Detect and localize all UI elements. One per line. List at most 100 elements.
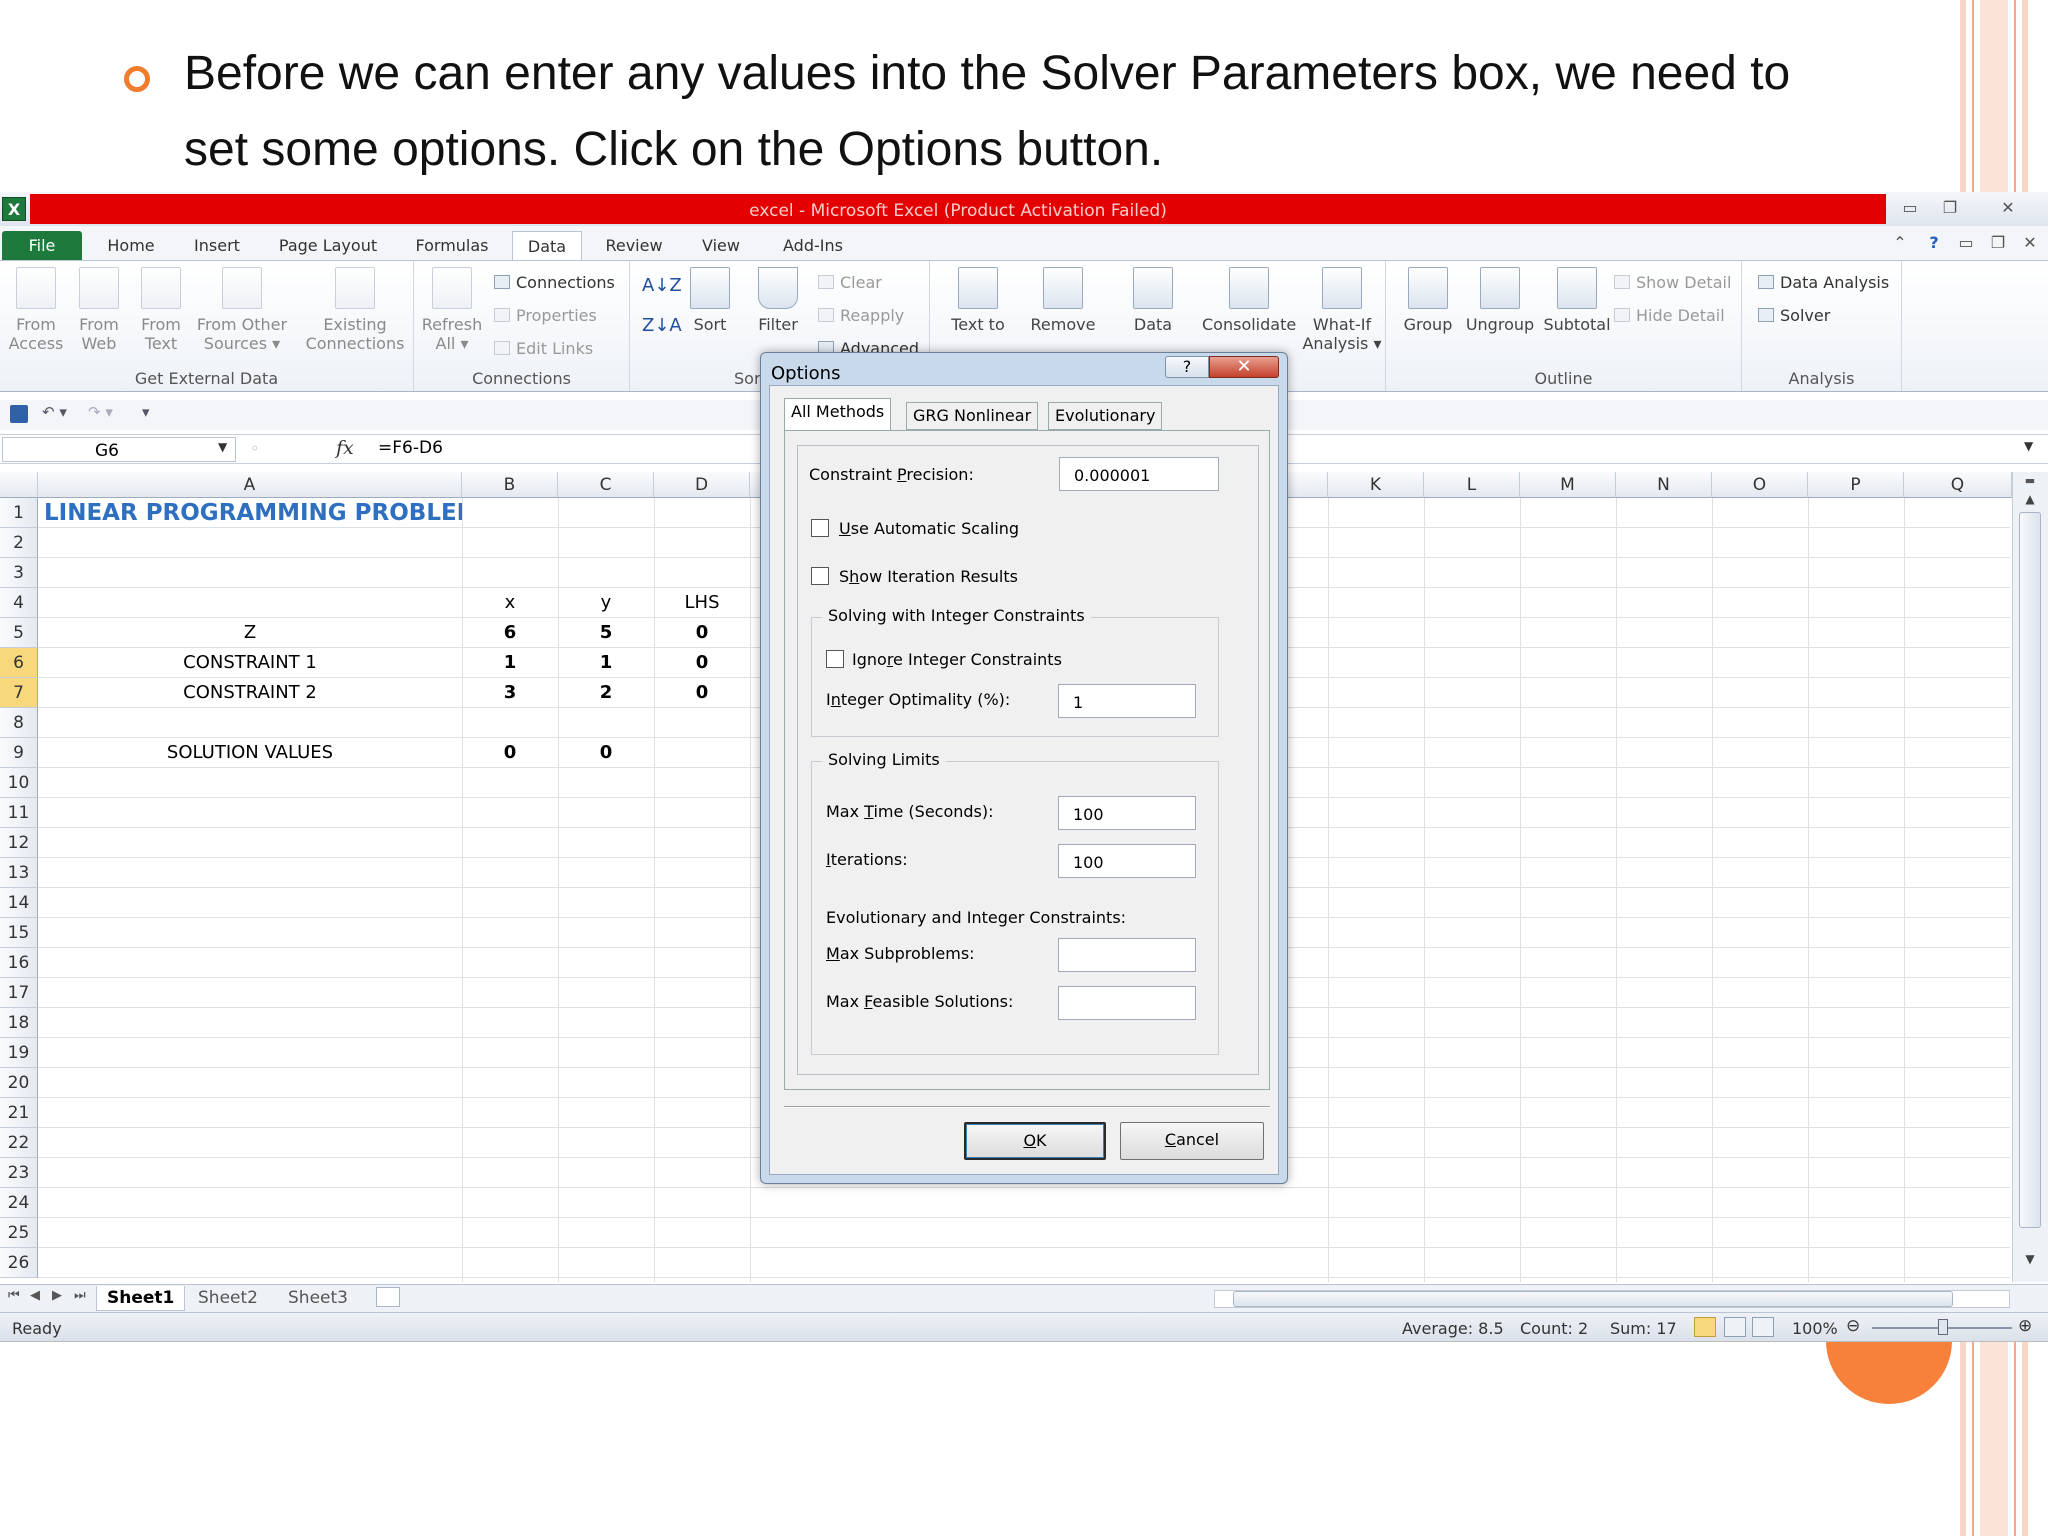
row-header[interactable]: 11	[0, 798, 38, 828]
horizontal-scrollbar[interactable]	[1214, 1290, 2010, 1308]
zoom-slider-thumb[interactable]	[1938, 1319, 1948, 1335]
row-header[interactable]: 4	[0, 588, 38, 618]
row-header[interactable]: 26	[0, 1248, 38, 1278]
sort-a-z-icon[interactable]: A↓Z	[642, 275, 682, 296]
edit-links-button[interactable]: Edit Links	[494, 339, 593, 358]
zoom-level[interactable]: 100%	[1792, 1319, 1838, 1338]
cell-c9[interactable]: 0	[558, 738, 654, 768]
insert-function-icon[interactable]: fx	[336, 437, 354, 459]
ignore-integer-label[interactable]: Ignore Integer Constraints	[852, 650, 1062, 669]
col-header-d[interactable]: D	[654, 472, 750, 498]
row-header[interactable]: 2	[0, 528, 38, 558]
row-header[interactable]: 17	[0, 978, 38, 1008]
col-header-q[interactable]: Q	[1904, 472, 2012, 498]
tab-add-ins[interactable]: Add-Ins	[772, 231, 854, 260]
tab-grg-nonlinear[interactable]: GRG Nonlinear	[906, 402, 1039, 430]
row-header[interactable]: 10	[0, 768, 38, 798]
save-icon[interactable]	[10, 405, 28, 423]
vertical-scrollbar[interactable]: ▬ ▲ ▼	[2012, 472, 2048, 1282]
tab-view[interactable]: View	[688, 231, 754, 260]
page-layout-view-icon[interactable]	[1724, 1317, 1746, 1337]
row-header[interactable]: 1	[0, 498, 38, 528]
from-other-sources-button[interactable]: From Other Sources ▾	[194, 265, 290, 353]
data-analysis-button[interactable]: Data Analysis	[1758, 273, 1889, 292]
sheet-tab-sheet2[interactable]: Sheet2	[188, 1286, 268, 1311]
row-header[interactable]: 7	[0, 678, 38, 708]
remove-duplicates-button[interactable]: Remove	[1026, 265, 1100, 334]
reapply-button[interactable]: Reapply	[818, 306, 904, 325]
doc-close-icon[interactable]: ✕	[2010, 232, 2048, 254]
cell-a1[interactable]: LINEAR PROGRAMMING PROBLEM	[38, 498, 462, 528]
page-break-view-icon[interactable]	[1752, 1317, 1774, 1337]
subtotal-button[interactable]: Subtotal	[1540, 265, 1614, 334]
col-header-p[interactable]: P	[1808, 472, 1904, 498]
last-sheet-icon[interactable]: ⏭	[74, 1288, 86, 1303]
from-access-button[interactable]: From Access	[6, 265, 66, 353]
formula-input[interactable]: =F6-D6	[378, 438, 443, 458]
chevron-down-icon[interactable]: ▼	[218, 440, 227, 454]
cell-d4[interactable]: LHS	[654, 588, 750, 618]
row-header[interactable]: 25	[0, 1218, 38, 1248]
tab-formulas[interactable]: Formulas	[404, 231, 500, 260]
minimize-icon[interactable]: ▭	[1890, 197, 1930, 219]
cell-d6[interactable]: 0	[654, 648, 750, 678]
sheet-tab-sheet1[interactable]: Sheet1	[96, 1286, 186, 1311]
show-detail-button[interactable]: Show Detail	[1614, 273, 1731, 292]
cell-b9[interactable]: 0	[462, 738, 558, 768]
ok-button[interactable]: OK	[964, 1122, 1106, 1160]
row-header[interactable]: 20	[0, 1068, 38, 1098]
cancel-button[interactable]: Cancel	[1120, 1122, 1264, 1160]
undo-icon[interactable]: ↶ ▾	[42, 403, 67, 421]
col-header-c[interactable]: C	[558, 472, 654, 498]
tab-page-layout[interactable]: Page Layout	[272, 231, 384, 260]
tab-file[interactable]: File	[2, 231, 82, 260]
tab-all-methods[interactable]: All Methods	[784, 398, 892, 431]
col-header-o[interactable]: O	[1712, 472, 1808, 498]
use-automatic-scaling-label[interactable]: Use Automatic Scaling	[839, 519, 1019, 538]
scroll-thumb[interactable]	[1233, 1291, 1953, 1307]
max-feasible-solutions-input[interactable]	[1058, 986, 1196, 1020]
text-to-columns-button[interactable]: Text to	[936, 265, 1020, 334]
solver-button[interactable]: Solver	[1758, 306, 1830, 325]
ungroup-button[interactable]: Ungroup	[1462, 265, 1538, 334]
iterations-input[interactable]: 100	[1058, 844, 1196, 878]
cell-c4[interactable]: y	[558, 588, 654, 618]
row-header[interactable]: 19	[0, 1038, 38, 1068]
integer-optimality-input[interactable]: 1	[1058, 684, 1196, 718]
connections-button[interactable]: Connections	[494, 273, 615, 292]
row-header[interactable]: 23	[0, 1158, 38, 1188]
cell-d7[interactable]: 0	[654, 678, 750, 708]
zoom-in-icon[interactable]: ⊕	[2018, 1316, 2032, 1336]
row-header[interactable]: 18	[0, 1008, 38, 1038]
sort-z-a-icon[interactable]: Z↓A	[642, 315, 682, 336]
cell-b6[interactable]: 1	[462, 648, 558, 678]
normal-view-icon[interactable]	[1694, 1317, 1716, 1337]
data-validation-button[interactable]: Data	[1116, 265, 1190, 334]
expand-formula-icon[interactable]: ▼	[2024, 439, 2033, 453]
scroll-down-icon[interactable]: ▼	[2017, 1252, 2043, 1270]
close-icon[interactable]: ✕	[1988, 197, 2028, 219]
from-web-button[interactable]: From Web	[70, 265, 128, 353]
row-header[interactable]: 24	[0, 1188, 38, 1218]
cell-a5[interactable]: Z	[38, 618, 462, 648]
next-sheet-icon[interactable]: ▶	[52, 1288, 62, 1303]
filter-button[interactable]: Filter	[748, 265, 808, 334]
row-header[interactable]: 14	[0, 888, 38, 918]
row-header[interactable]: 5	[0, 618, 38, 648]
col-header-a[interactable]: A	[38, 472, 462, 498]
row-header[interactable]: 15	[0, 918, 38, 948]
col-header-b[interactable]: B	[462, 472, 558, 498]
restore-icon[interactable]: ❐	[1930, 197, 1970, 219]
tab-data[interactable]: Data	[512, 231, 582, 260]
sort-button[interactable]: Sort	[680, 265, 740, 334]
row-header[interactable]: 3	[0, 558, 38, 588]
first-sheet-icon[interactable]: ⏮	[8, 1288, 20, 1303]
cell-c6[interactable]: 1	[558, 648, 654, 678]
group-button[interactable]: Group	[1398, 265, 1458, 334]
consolidate-button[interactable]: Consolidate	[1202, 265, 1296, 334]
properties-button[interactable]: Properties	[494, 306, 597, 325]
existing-connections-button[interactable]: Existing Connections	[302, 265, 408, 353]
tab-review[interactable]: Review	[596, 231, 672, 260]
max-subproblems-input[interactable]	[1058, 938, 1196, 972]
cell-c5[interactable]: 5	[558, 618, 654, 648]
